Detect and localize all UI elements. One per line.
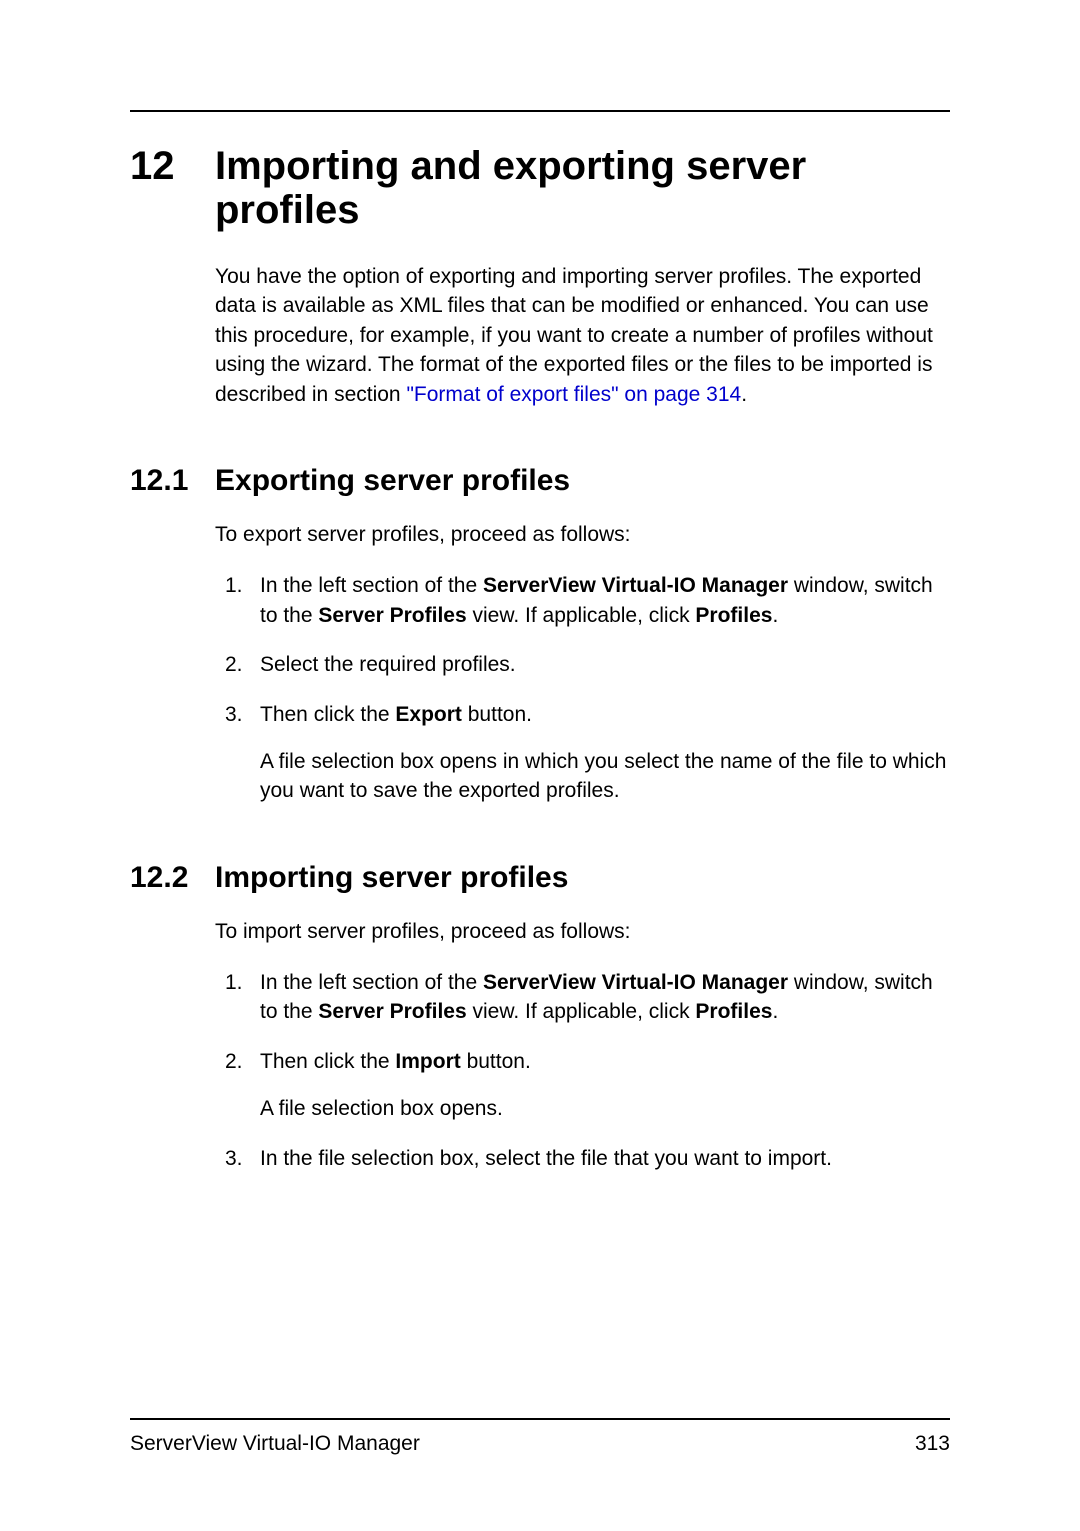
section-12-1-steps: 1. In the left section of the ServerView… [225,571,950,805]
page: 12 Importing and exporting server profil… [0,0,1080,1531]
step-content: Then click the Import button. A file sel… [260,1047,950,1124]
text-bold: Profiles [695,604,772,627]
intro-text-2: . [741,383,747,406]
format-link[interactable]: "Format of export files" on page 314 [406,383,741,406]
step-number: 3. [225,1144,260,1173]
list-item: 2. Select the required profiles. [225,650,950,679]
text-bold: Export [395,703,462,726]
section-12-2-intro: To import server profiles, proceed as fo… [215,917,950,946]
text: Then click the [260,1050,395,1073]
text: button. [461,1050,531,1073]
list-item: 3. Then click the Export button. A file … [225,700,950,806]
intro-paragraph: You have the option of exporting and imp… [215,262,950,409]
section-12-2-number: 12.2 [130,861,215,895]
step-content: In the left section of the ServerView Vi… [260,571,950,630]
text-bold: Server Profiles [318,604,466,627]
text: In the left section of the [260,574,483,597]
step-number: 3. [225,700,260,806]
step-content: Select the required profiles. [260,650,950,679]
chapter-title: 12 Importing and exporting server profil… [130,144,950,232]
text: view. If applicable, click [467,1000,696,1023]
section-12-2-steps: 1. In the left section of the ServerView… [225,968,950,1173]
list-item: 3. In the file selection box, select the… [225,1144,950,1173]
footer-left: ServerView Virtual-IO Manager [130,1432,420,1456]
step-number: 1. [225,571,260,630]
top-rule [130,110,950,112]
step-content: In the left section of the ServerView Vi… [260,968,950,1027]
step-content: Then click the Export button. A file sel… [260,700,950,806]
section-12-1-title: 12.1 Exporting server profiles [130,464,950,498]
section-12-2-heading: Importing server profiles [215,861,568,895]
step-number: 1. [225,968,260,1027]
step-number: 2. [225,1047,260,1124]
section-12-1-number: 12.1 [130,464,215,498]
chapter-heading: Importing and exporting server profiles [215,144,950,232]
text-bold: ServerView Virtual-IO Manager [483,574,788,597]
step-subtext: A file selection box opens. [260,1094,950,1123]
text: . [772,604,778,627]
section-12-1-intro: To export server profiles, proceed as fo… [215,520,950,549]
bottom-rule [130,1418,950,1420]
step-content: In the file selection box, select the fi… [260,1144,950,1173]
text-bold: ServerView Virtual-IO Manager [483,971,788,994]
text: view. If applicable, click [467,604,696,627]
text: Then click the [260,703,395,726]
text: button. [462,703,532,726]
text-bold: Import [395,1050,460,1073]
footer: ServerView Virtual-IO Manager 313 [130,1418,950,1456]
text: . [772,1000,778,1023]
page-number: 313 [915,1432,950,1456]
section-12-1-heading: Exporting server profiles [215,464,570,498]
text: In the left section of the [260,971,483,994]
list-item: 1. In the left section of the ServerView… [225,571,950,630]
text-bold: Profiles [695,1000,772,1023]
section-12-2-title: 12.2 Importing server profiles [130,861,950,895]
step-number: 2. [225,650,260,679]
step-subtext: A file selection box opens in which you … [260,747,950,806]
list-item: 1. In the left section of the ServerView… [225,968,950,1027]
chapter-number: 12 [130,144,215,189]
list-item: 2. Then click the Import button. A file … [225,1047,950,1124]
footer-inner: ServerView Virtual-IO Manager 313 [130,1432,950,1456]
text-bold: Server Profiles [318,1000,466,1023]
